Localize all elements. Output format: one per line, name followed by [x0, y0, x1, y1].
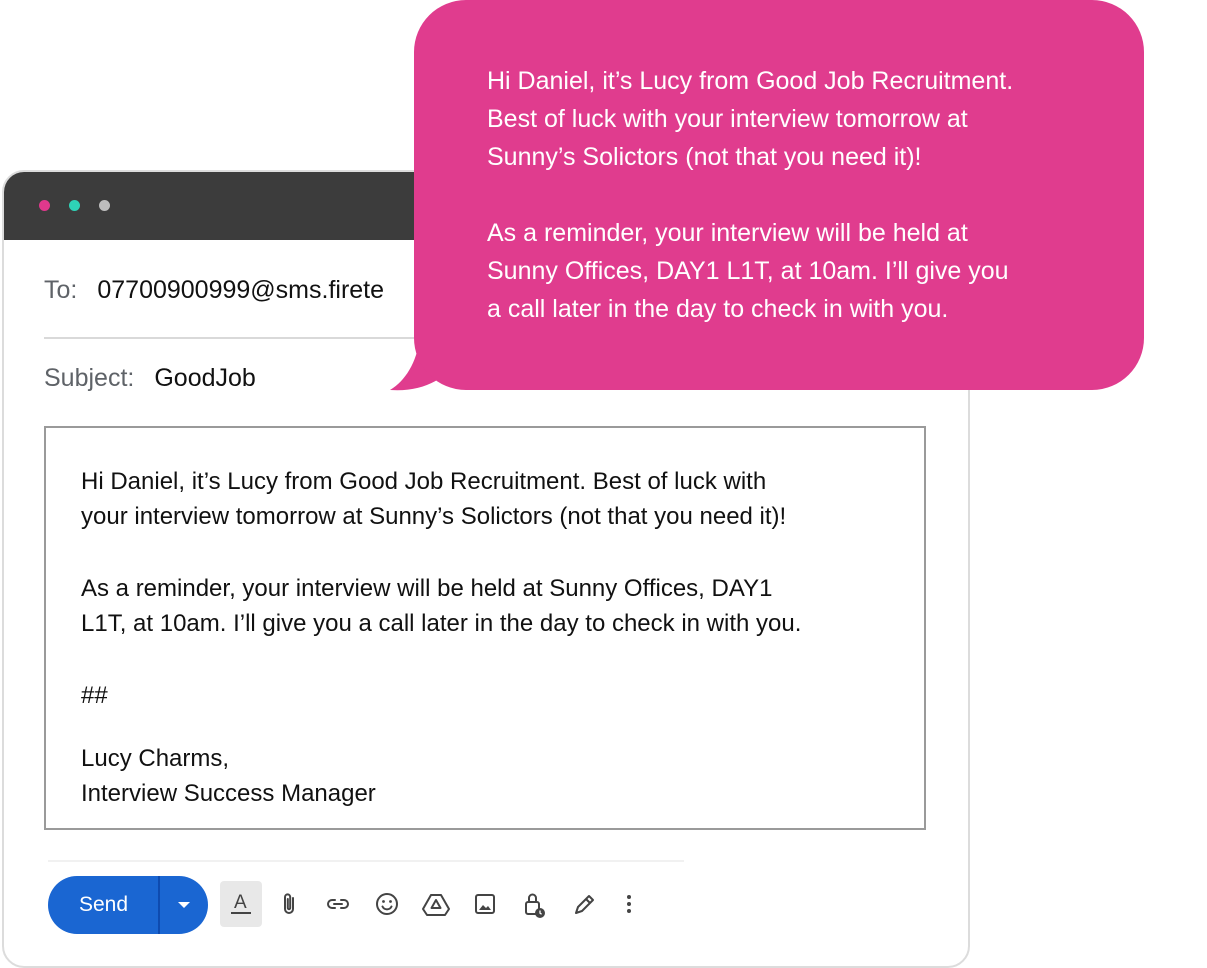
subject-input[interactable]: GoodJob — [154, 364, 255, 392]
svg-text:A: A — [234, 892, 247, 913]
confidential-lock-icon[interactable] — [513, 881, 555, 927]
link-icon[interactable] — [317, 881, 359, 927]
window-dot-teal[interactable] — [69, 200, 80, 211]
to-field-row[interactable]: To: 07700900999@sms.firete — [44, 276, 384, 305]
text-format-icon[interactable]: A — [220, 881, 262, 927]
signature-pen-icon[interactable] — [562, 881, 604, 927]
window-dot-grey[interactable] — [99, 200, 110, 211]
more-options-icon[interactable] — [607, 881, 649, 927]
to-input[interactable]: 07700900999@sms.firete — [97, 276, 384, 304]
body-separator: ## — [81, 682, 108, 709]
drive-icon[interactable] — [415, 881, 457, 927]
sms-line: Sunny Offices, DAY1 L1T, at 10am. I’ll g… — [487, 257, 1009, 285]
sms-line: a call later in the day to check in with… — [487, 295, 949, 323]
toolbar-divider — [48, 860, 684, 862]
body-line: As a reminder, your interview will be he… — [81, 575, 773, 602]
subject-label: Subject: — [44, 364, 135, 392]
message-body-text[interactable]: Hi Daniel, it’s Lucy from Good Job Recru… — [81, 464, 911, 811]
body-line: your interview tomorrow at Sunny’s Solic… — [81, 503, 787, 530]
send-button-group[interactable]: Send — [48, 876, 208, 934]
body-line: Hi Daniel, it’s Lucy from Good Job Recru… — [81, 468, 767, 495]
sms-line: Hi Daniel, it’s Lucy from Good Job Recru… — [487, 67, 1014, 95]
attach-icon[interactable] — [268, 881, 310, 927]
signature-name: Lucy Charms, — [81, 745, 230, 772]
subject-field-row[interactable]: Subject: GoodJob — [44, 364, 256, 393]
send-options-dropdown[interactable] — [160, 876, 208, 934]
sms-line: As a reminder, your interview will be he… — [487, 219, 968, 247]
window-dot-pink[interactable] — [39, 200, 50, 211]
message-body-editor[interactable]: Hi Daniel, it’s Lucy from Good Job Recru… — [44, 426, 926, 830]
body-line: L1T, at 10am. I’ll give you a call later… — [81, 610, 802, 637]
sms-line: Best of luck with your interview tomorro… — [487, 105, 968, 133]
to-label: To: — [44, 276, 78, 304]
sms-line: Sunny’s Solictors (not that you need it)… — [487, 143, 922, 171]
signature-title: Interview Success Manager — [81, 780, 376, 807]
image-icon[interactable] — [464, 881, 506, 927]
emoji-icon[interactable] — [366, 881, 408, 927]
sms-preview-text: Hi Daniel, it’s Lucy from Good Job Recru… — [487, 62, 1127, 328]
send-button[interactable]: Send — [48, 876, 159, 934]
